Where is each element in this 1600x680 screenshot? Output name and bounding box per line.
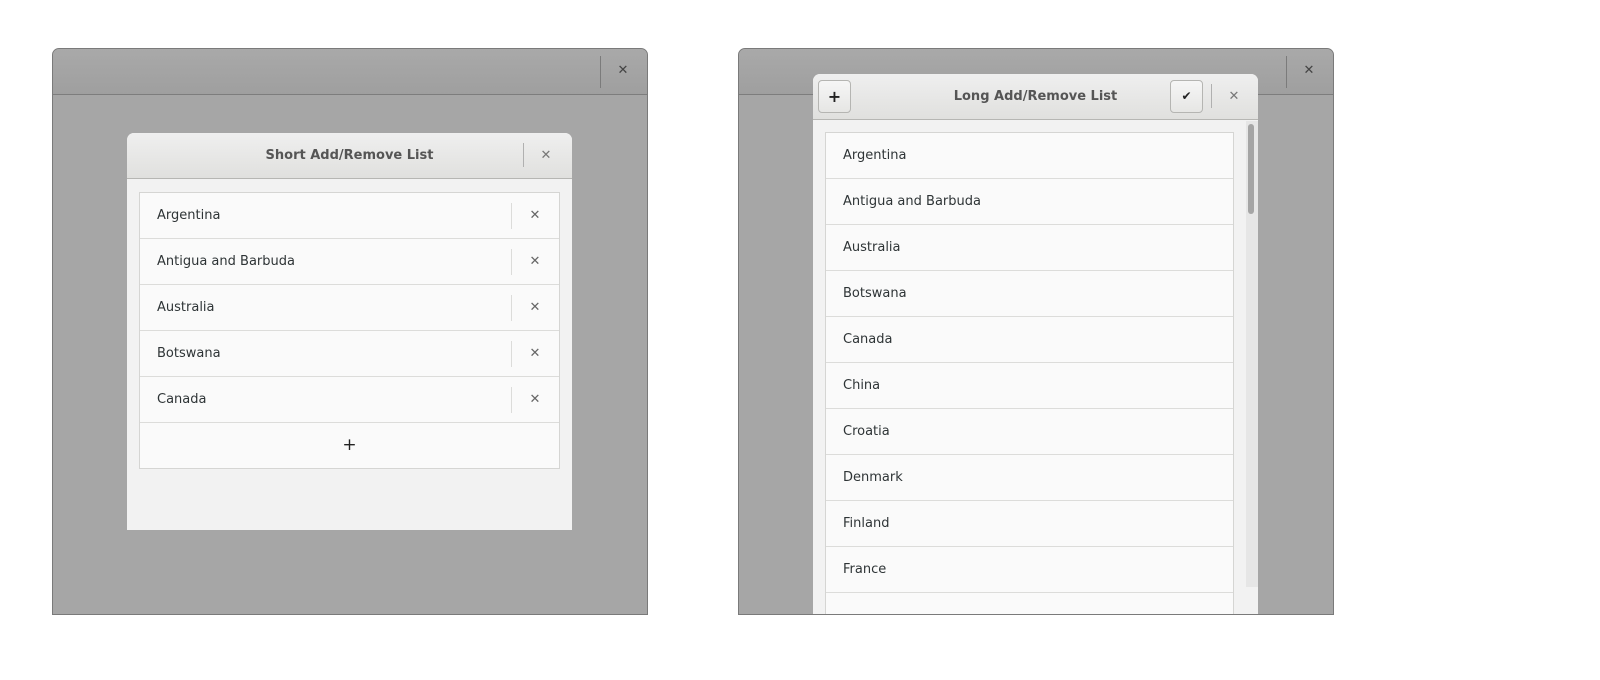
row-separator: [511, 295, 512, 321]
long-list-dialog: + Long Add/Remove List ✔ ✕ Argentina Anti…: [813, 74, 1258, 614]
item-label: Botswana: [843, 286, 907, 301]
remove-icon[interactable]: ✕: [525, 252, 545, 272]
list-item[interactable]: China: [826, 363, 1233, 409]
short-list: Argentina ✕ Antigua and Barbuda ✕ Australia ✕…: [139, 192, 560, 469]
add-button[interactable]: +: [818, 80, 851, 113]
list-item[interactable]: Canada: [826, 317, 1233, 363]
titlebar-separator: [600, 56, 601, 88]
row-separator: [511, 249, 512, 275]
list-item[interactable]: Croatia: [826, 409, 1233, 455]
scrollbar[interactable]: [1246, 121, 1258, 587]
item-label: Canada: [157, 392, 207, 407]
list-item[interactable]: Denmark: [826, 455, 1233, 501]
scrollbar-thumb[interactable]: [1248, 124, 1254, 214]
titlebar-separator: [1286, 56, 1287, 88]
list-item: Canada ✕: [140, 377, 559, 423]
window-titlebar: ✕: [53, 49, 647, 95]
item-label: Argentina: [157, 208, 221, 223]
list-item[interactable]: Finland: [826, 501, 1233, 547]
item-label: Canada: [843, 332, 893, 347]
dialog-header: Short Add/Remove List ✕: [127, 133, 572, 179]
short-list-dialog: Short Add/Remove List ✕ Argentina ✕ Antigu…: [127, 133, 572, 530]
dialog-header: + Long Add/Remove List ✔ ✕: [813, 74, 1258, 120]
add-item-button[interactable]: +: [140, 423, 559, 468]
remove-icon[interactable]: ✕: [525, 344, 545, 364]
left-window: ✕ Short Add/Remove List ✕ Argentina ✕ Anti…: [52, 48, 648, 615]
row-separator: [511, 387, 512, 413]
list-item[interactable]: Antigua and Barbuda: [826, 179, 1233, 225]
header-separator: [523, 143, 524, 167]
item-label: Denmark: [843, 470, 903, 485]
item-label: Antigua and Barbuda: [157, 254, 295, 269]
window-close-icon[interactable]: ✕: [1299, 61, 1319, 81]
list-item[interactable]: Australia: [826, 225, 1233, 271]
dialog-close-icon[interactable]: ✕: [1224, 87, 1244, 107]
list-item: Australia ✕: [140, 285, 559, 331]
item-label: Antigua and Barbuda: [843, 194, 981, 209]
right-window: ✕ + Long Add/Remove List ✔ ✕ Argentina An…: [738, 48, 1334, 615]
item-label: Finland: [843, 516, 890, 531]
remove-icon[interactable]: ✕: [525, 298, 545, 318]
long-list: Argentina Antigua and Barbuda Australia Bot…: [825, 132, 1234, 614]
item-label: Croatia: [843, 424, 890, 439]
header-separator: [1211, 84, 1212, 108]
item-label: Argentina: [843, 148, 907, 163]
item-label: Botswana: [157, 346, 221, 361]
list-item: Botswana ✕: [140, 331, 559, 377]
dialog-title: Long Add/Remove List: [953, 89, 1118, 104]
list-item[interactable]: Botswana: [826, 271, 1233, 317]
item-label: Australia: [157, 300, 215, 315]
list-item[interactable]: France: [826, 547, 1233, 593]
window-close-icon[interactable]: ✕: [613, 61, 633, 81]
confirm-button[interactable]: ✔: [1170, 80, 1203, 113]
list-item: Argentina ✕: [140, 193, 559, 239]
list-item: Antigua and Barbuda ✕: [140, 239, 559, 285]
row-separator: [511, 341, 512, 367]
row-separator: [511, 203, 512, 229]
item-label: Australia: [843, 240, 901, 255]
dialog-close-icon[interactable]: ✕: [536, 146, 556, 166]
item-label: France: [843, 562, 887, 577]
remove-icon[interactable]: ✕: [525, 206, 545, 226]
remove-icon[interactable]: ✕: [525, 390, 545, 410]
item-label: China: [843, 378, 881, 393]
dialog-title: Short Add/Remove List: [265, 148, 434, 163]
list-item[interactable]: Argentina: [826, 133, 1233, 179]
